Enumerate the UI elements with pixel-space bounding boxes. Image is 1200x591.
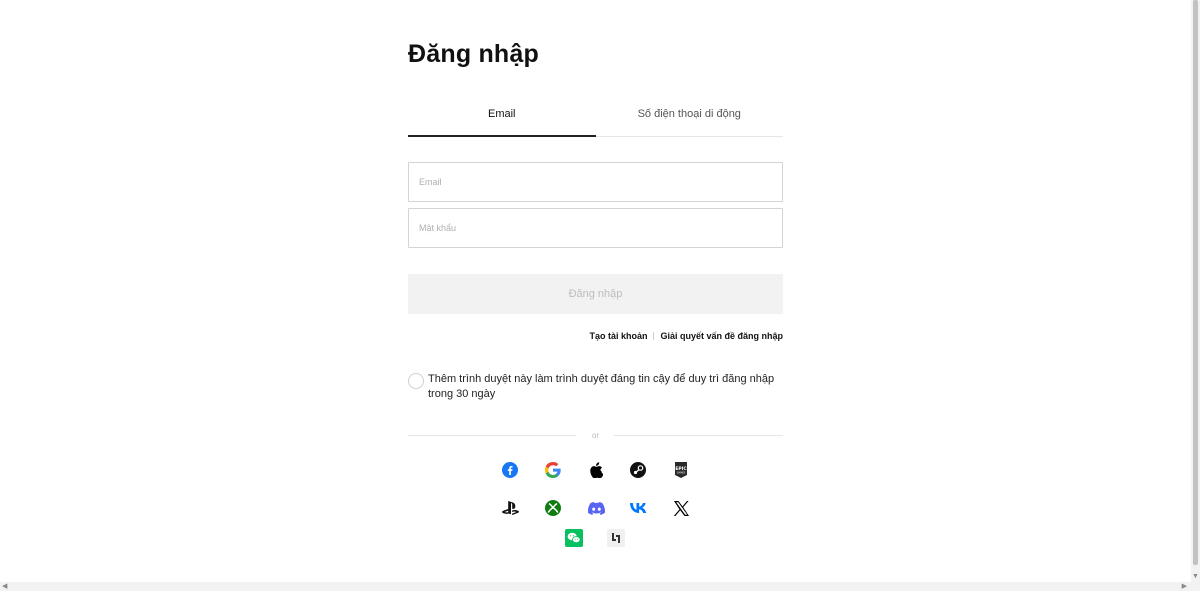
scroll-right-arrow-icon[interactable]: ▶	[1182, 582, 1187, 591]
other-login-icon	[607, 529, 625, 547]
epic-games-login-button[interactable]: EPIC GAMES	[671, 460, 691, 480]
epic-games-icon: EPIC GAMES	[675, 462, 687, 478]
google-icon	[545, 462, 561, 478]
page-title: Đăng nhập	[408, 40, 539, 68]
or-divider: or	[408, 430, 783, 442]
trust-browser-label: Thêm trình duyệt này làm trình duyệt đán…	[428, 373, 775, 400]
xbox-icon	[545, 500, 561, 516]
tab-email[interactable]: Email	[408, 96, 596, 137]
divider-line-right	[614, 435, 783, 436]
link-separator	[653, 332, 655, 340]
xbox-login-button[interactable]	[543, 498, 563, 518]
password-field[interactable]	[409, 209, 782, 247]
facebook-login-button[interactable]	[500, 460, 520, 480]
account-links: Tạo tài khoản Giải quyết vấn đề đăng nhậ…	[589, 331, 783, 341]
wechat-icon	[565, 529, 583, 547]
vertical-scrollbar[interactable]: ▼	[1191, 0, 1200, 591]
vk-icon	[629, 503, 646, 513]
trust-browser-checkbox[interactable]	[408, 373, 424, 389]
apple-icon	[590, 462, 603, 478]
email-field[interactable]	[409, 163, 782, 201]
email-field-wrapper	[408, 162, 783, 202]
steam-icon	[630, 462, 646, 478]
login-method-tabs: Email Số điện thoại di động	[408, 96, 783, 137]
x-icon	[673, 500, 689, 516]
vertical-scrollbar-thumb[interactable]	[1193, 0, 1198, 565]
other-login-button[interactable]	[606, 528, 626, 548]
apple-login-button[interactable]	[586, 460, 606, 480]
resolve-login-link[interactable]: Giải quyết vấn đề đăng nhập	[660, 331, 783, 341]
x-login-button[interactable]	[671, 498, 691, 518]
discord-login-button[interactable]	[586, 498, 606, 518]
discord-icon	[587, 501, 605, 515]
password-field-wrapper	[408, 208, 783, 248]
scroll-left-arrow-icon[interactable]: ◀	[2, 582, 7, 591]
google-login-button[interactable]	[543, 460, 563, 480]
horizontal-scrollbar[interactable]: ◀ ▶	[0, 582, 1191, 591]
playstation-icon	[501, 501, 519, 515]
vk-login-button[interactable]	[628, 498, 648, 518]
trust-browser-option: Thêm trình duyệt này làm trình duyệt đán…	[408, 372, 783, 402]
scroll-down-arrow-icon[interactable]: ▼	[1192, 572, 1199, 581]
create-account-link[interactable]: Tạo tài khoản	[589, 331, 647, 341]
playstation-login-button[interactable]	[500, 498, 520, 518]
steam-login-button[interactable]	[628, 460, 648, 480]
wechat-login-button[interactable]	[564, 528, 584, 548]
svg-text:GAMES: GAMES	[677, 472, 686, 475]
facebook-icon	[502, 462, 518, 478]
tab-phone[interactable]: Số điện thoại di động	[596, 96, 784, 136]
login-button[interactable]: Đăng nhập	[408, 274, 783, 314]
